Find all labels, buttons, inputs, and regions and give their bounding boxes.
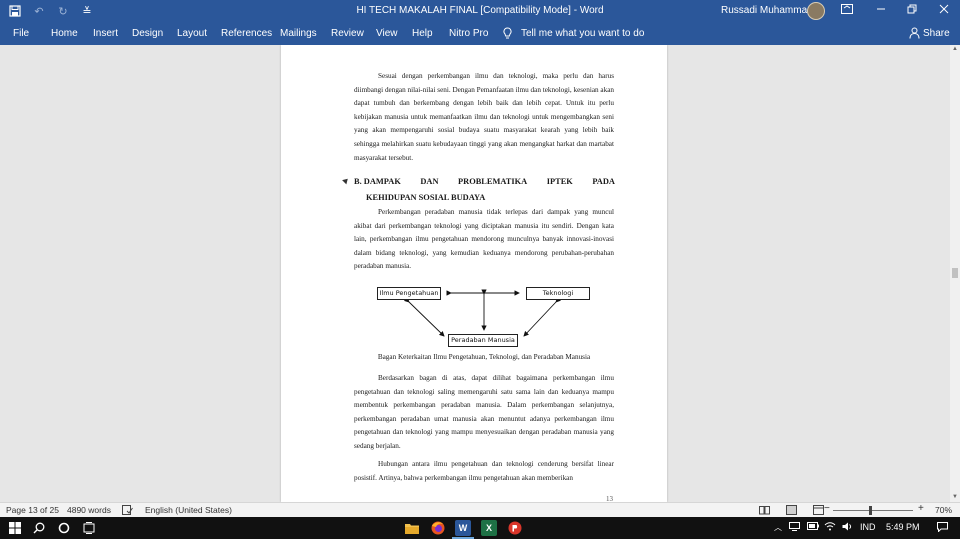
language-indicator[interactable]: English (United States) <box>145 505 232 515</box>
page-count[interactable]: Page 13 of 25 <box>6 505 59 515</box>
firefox-icon[interactable] <box>430 520 446 536</box>
read-mode-icon[interactable] <box>759 505 770 517</box>
zoom-slider-track[interactable] <box>833 510 913 511</box>
windows-start-icon[interactable] <box>7 520 23 536</box>
diagram-caption: Bagan Keterkaitan Ilmu Pengetahuan, Tekn… <box>377 353 591 361</box>
tab-design[interactable]: Design <box>132 28 163 39</box>
share-icon[interactable] <box>909 27 920 39</box>
tab-review[interactable]: Review <box>331 28 364 39</box>
paragraph-3: Berdasarkan bagan di atas, dapat dilihat… <box>354 374 614 450</box>
tray-chevron-icon[interactable]: ︿ <box>774 522 782 533</box>
undo-icon[interactable]: ↶ <box>32 4 46 18</box>
battery-icon[interactable] <box>807 522 819 532</box>
tab-layout[interactable]: Layout <box>177 28 207 39</box>
save-icon[interactable] <box>8 4 22 18</box>
user-name[interactable]: Russadi Muhammad <box>721 5 813 16</box>
clock-time[interactable]: 5:49 PM <box>886 522 920 532</box>
word-icon[interactable]: W <box>455 520 471 536</box>
zoom-out-icon[interactable]: − <box>824 503 830 514</box>
wifi-icon[interactable] <box>824 522 836 533</box>
minimize-icon[interactable] <box>873 3 889 19</box>
notifications-icon[interactable] <box>937 522 948 534</box>
search-icon[interactable] <box>31 520 47 536</box>
proofing-icon[interactable] <box>122 505 133 517</box>
task-view-icon[interactable] <box>81 520 97 536</box>
lightbulb-icon <box>503 27 512 39</box>
page-number: 13 <box>606 495 613 502</box>
tab-help[interactable]: Help <box>412 28 433 39</box>
volume-icon[interactable] <box>842 522 853 533</box>
title-bar: ↶ ↻ ≚ HI TECH MAKALAH FINAL [Compatibili… <box>0 0 960 22</box>
word-count[interactable]: 4890 words <box>67 505 111 515</box>
diagram-box-teknologi: Teknologi <box>526 287 590 300</box>
arrow-ilmu-peradaban <box>403 296 445 337</box>
scroll-down-icon[interactable]: ▼ <box>950 493 960 502</box>
scroll-up-icon[interactable]: ▲ <box>950 45 960 54</box>
zoom-slider-thumb[interactable] <box>869 506 872 515</box>
paragraph-4: Hubungan antara ilmu pengetahuan dan tek… <box>354 460 614 482</box>
avatar[interactable] <box>807 2 825 20</box>
close-icon[interactable] <box>936 3 952 19</box>
scroll-thumb[interactable] <box>952 268 958 278</box>
tab-home[interactable]: Home <box>51 28 78 39</box>
tab-references[interactable]: References <box>221 28 272 39</box>
status-bar: Page 13 of 25 4890 words English (United… <box>0 502 960 517</box>
arrow-teknologi-peradaban <box>523 296 562 337</box>
zoom-level[interactable]: 70% <box>935 505 952 515</box>
tab-insert[interactable]: Insert <box>93 28 118 39</box>
vertical-scrollbar[interactable]: ▲ ▼ <box>950 45 960 502</box>
print-layout-icon[interactable] <box>786 505 797 517</box>
ribbon-display-options-icon[interactable] <box>839 3 855 19</box>
share-button[interactable]: Share <box>923 28 950 39</box>
web-layout-icon[interactable] <box>813 505 824 517</box>
diagram-box-ilmu-pengetahuan: Ilmu Pengetahuan <box>377 287 441 300</box>
customize-quick-access-icon[interactable]: ≚ <box>80 4 94 18</box>
network-icon[interactable] <box>789 522 800 533</box>
tell-me-search[interactable]: Tell me what you want to do <box>521 28 644 39</box>
tab-nitro-pro[interactable]: Nitro Pro <box>449 28 488 39</box>
relationship-diagram[interactable] <box>281 45 667 365</box>
cortana-icon[interactable] <box>56 520 72 536</box>
tab-file[interactable]: File <box>13 28 29 39</box>
document-area[interactable]: Sesuai dengan perkembangan ilmu dan tekn… <box>0 45 950 502</box>
diagram-box-peradaban-manusia: Peradaban Manusia <box>448 334 518 347</box>
ribbon-tabs: File Home Insert Design Layout Reference… <box>0 22 960 45</box>
file-explorer-icon[interactable] <box>404 520 420 536</box>
redo-icon[interactable]: ↻ <box>56 4 70 18</box>
tab-mailings[interactable]: Mailings <box>280 28 317 39</box>
excel-icon[interactable]: X <box>481 520 497 536</box>
windows-taskbar: W X ︿ IND 5:49 PM <box>0 517 960 539</box>
tab-view[interactable]: View <box>376 28 398 39</box>
restore-icon[interactable] <box>904 3 920 19</box>
zoom-in-icon[interactable]: + <box>918 503 924 514</box>
pdf-icon[interactable] <box>507 520 523 536</box>
quick-access-toolbar: ↶ ↻ ≚ <box>8 4 94 18</box>
input-language[interactable]: IND <box>860 522 876 532</box>
document-page[interactable]: Sesuai dengan perkembangan ilmu dan tekn… <box>281 45 667 502</box>
